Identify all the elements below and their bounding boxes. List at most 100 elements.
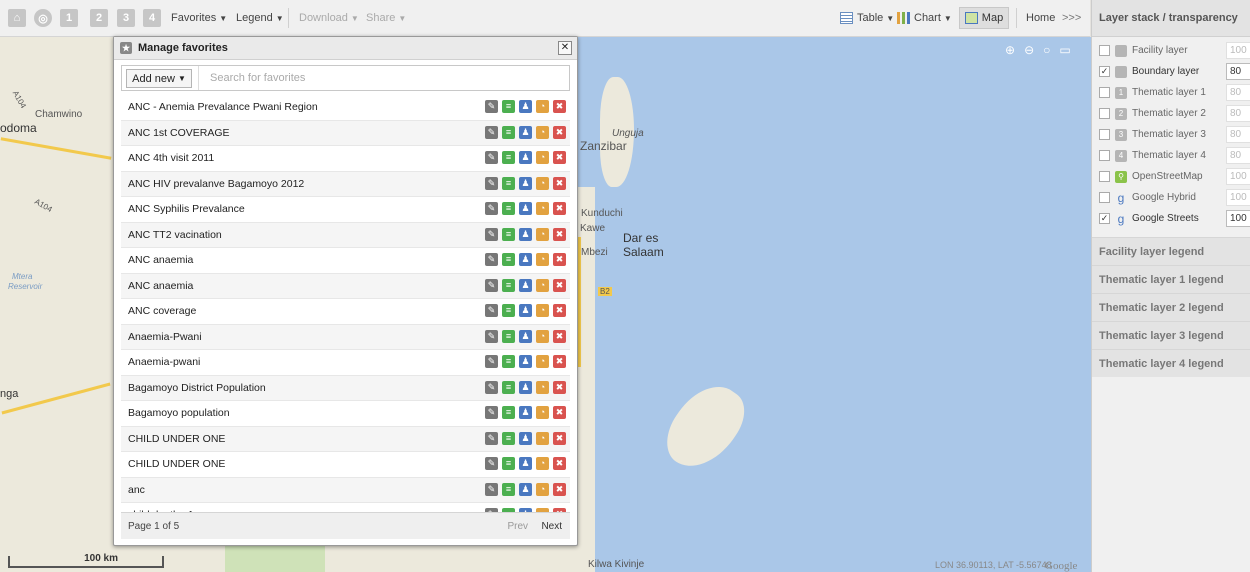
dashboard-icon[interactable]: ◔	[536, 125, 549, 139]
overwrite-icon[interactable]: ≡	[502, 380, 515, 394]
opacity-field[interactable]: 100	[1226, 42, 1250, 59]
delete-icon[interactable]: ✖	[553, 176, 566, 190]
dashboard-icon[interactable]: ◔	[536, 406, 549, 419]
share-icon[interactable]: ♟	[519, 151, 532, 164]
thematic-layer-2-button[interactable]: 2	[90, 9, 108, 27]
share-icon[interactable]: ♟	[519, 176, 532, 190]
overwrite-icon[interactable]: ≡	[502, 457, 515, 470]
next-page-button[interactable]: Next	[541, 521, 562, 532]
layer-checkbox[interactable]	[1099, 129, 1110, 140]
delete-icon[interactable]: ✖	[553, 329, 566, 343]
overwrite-icon[interactable]: ≡	[502, 125, 515, 139]
rename-icon[interactable]: ✎	[485, 151, 498, 164]
overwrite-icon[interactable]: ≡	[502, 202, 515, 215]
legend-section-header[interactable]: Thematic layer 2 legend	[1092, 293, 1250, 321]
favorite-row[interactable]: Anaemia-Pwani ✎ ≡ ♟ ◔ ✖	[121, 324, 570, 350]
opacity-field[interactable]: 100	[1226, 189, 1250, 206]
close-icon[interactable]: ✕	[558, 41, 572, 55]
opacity-field[interactable]: 100	[1226, 210, 1250, 227]
rename-icon[interactable]: ✎	[485, 380, 498, 394]
rename-icon[interactable]: ✎	[485, 406, 498, 419]
home-button[interactable]: Home	[1026, 0, 1055, 36]
layer-checkbox[interactable]	[1099, 45, 1110, 56]
share-icon[interactable]: ♟	[519, 125, 532, 139]
share-icon[interactable]: ♟	[519, 202, 532, 215]
share-icon[interactable]: ♟	[519, 380, 532, 394]
overwrite-icon[interactable]: ≡	[502, 100, 515, 113]
legend-section-header[interactable]: Thematic layer 4 legend	[1092, 349, 1250, 377]
chart-menu[interactable]: Chart ▼	[897, 0, 952, 36]
legend-section-header[interactable]: Thematic layer 3 legend	[1092, 321, 1250, 349]
favorites-menu[interactable]: Favorites ▼	[171, 0, 227, 36]
layer-checkbox[interactable]: ✓	[1099, 66, 1110, 77]
thematic-layer-3-button[interactable]: 3	[117, 9, 135, 27]
overwrite-icon[interactable]: ≡	[502, 278, 515, 292]
favorite-row[interactable]: CHILD UNDER ONE ✎ ≡ ♟ ◔ ✖	[121, 452, 570, 478]
favorite-row[interactable]: ANC anaemia ✎ ≡ ♟ ◔ ✖	[121, 273, 570, 299]
overwrite-icon[interactable]: ≡	[502, 406, 515, 419]
favorite-row[interactable]: Bagamoyo population ✎ ≡ ♟ ◔ ✖	[121, 401, 570, 427]
favorite-row[interactable]: ANC Syphilis Prevalance ✎ ≡ ♟ ◔ ✖	[121, 197, 570, 223]
favorite-row[interactable]: ANC HIV prevalanve Bagamoyo 2012 ✎ ≡ ♟ ◔ ✖	[121, 171, 570, 197]
share-icon[interactable]: ♟	[519, 355, 532, 368]
dashboard-icon[interactable]: ◔	[536, 329, 549, 343]
opacity-field[interactable]: 80	[1226, 147, 1250, 164]
delete-icon[interactable]: ✖	[553, 202, 566, 215]
opacity-field[interactable]: 80	[1226, 105, 1250, 122]
rename-icon[interactable]: ✎	[485, 457, 498, 470]
overwrite-icon[interactable]: ≡	[502, 227, 515, 241]
legend-menu[interactable]: Legend ▼	[236, 0, 284, 36]
overwrite-icon[interactable]: ≡	[502, 253, 515, 266]
layer-checkbox[interactable]	[1099, 150, 1110, 161]
rename-icon[interactable]: ✎	[485, 125, 498, 139]
search-favorites-input[interactable]	[198, 66, 569, 90]
share-icon[interactable]: ♟	[519, 227, 532, 241]
share-icon[interactable]: ♟	[519, 329, 532, 343]
overwrite-icon[interactable]: ≡	[502, 329, 515, 343]
table-menu[interactable]: Table ▼	[840, 0, 894, 36]
rename-icon[interactable]: ✎	[485, 100, 498, 113]
overwrite-icon[interactable]: ≡	[502, 304, 515, 317]
boundary-layer-button[interactable]: ◎	[34, 9, 52, 27]
dashboard-icon[interactable]: ◔	[536, 304, 549, 317]
expand-button[interactable]: >>>	[1062, 0, 1081, 36]
dashboard-icon[interactable]: ◔	[536, 202, 549, 215]
dashboard-icon[interactable]: ◔	[536, 457, 549, 470]
thematic-layer-1-button[interactable]: 1	[60, 9, 78, 27]
rename-icon[interactable]: ✎	[485, 355, 498, 368]
overwrite-icon[interactable]: ≡	[502, 355, 515, 368]
delete-icon[interactable]: ✖	[553, 278, 566, 292]
favorite-row[interactable]: ANC 4th visit 2011 ✎ ≡ ♟ ◔ ✖	[121, 146, 570, 172]
share-icon[interactable]: ♟	[519, 431, 532, 445]
map-button[interactable]: Map	[959, 7, 1009, 29]
dashboard-icon[interactable]: ◔	[536, 431, 549, 445]
layer-checkbox[interactable]	[1099, 171, 1110, 182]
zoom-in-icon[interactable]: ⊕	[1005, 43, 1015, 57]
dashboard-icon[interactable]: ◔	[536, 151, 549, 164]
measure-icon[interactable]: ▭	[1059, 43, 1070, 57]
share-icon[interactable]: ♟	[519, 304, 532, 317]
add-new-button[interactable]: Add new ▼	[126, 69, 192, 88]
share-menu[interactable]: Share ▼	[366, 0, 406, 36]
delete-icon[interactable]: ✖	[553, 482, 566, 496]
dashboard-icon[interactable]: ◔	[536, 278, 549, 292]
rename-icon[interactable]: ✎	[485, 329, 498, 343]
share-icon[interactable]: ♟	[519, 406, 532, 419]
overwrite-icon[interactable]: ≡	[502, 151, 515, 164]
share-icon[interactable]: ♟	[519, 278, 532, 292]
legend-section-header[interactable]: Facility layer legend	[1092, 237, 1250, 265]
prev-page-button[interactable]: Prev	[507, 521, 528, 532]
delete-icon[interactable]: ✖	[553, 151, 566, 164]
rename-icon[interactable]: ✎	[485, 176, 498, 190]
favorite-row[interactable]: ANC coverage ✎ ≡ ♟ ◔ ✖	[121, 299, 570, 325]
thematic-layer-4-button[interactable]: 4	[143, 9, 161, 27]
dashboard-icon[interactable]: ◔	[536, 227, 549, 241]
share-icon[interactable]: ♟	[519, 457, 532, 470]
overwrite-icon[interactable]: ≡	[502, 176, 515, 190]
delete-icon[interactable]: ✖	[553, 100, 566, 113]
delete-icon[interactable]: ✖	[553, 125, 566, 139]
dashboard-icon[interactable]: ◔	[536, 176, 549, 190]
rename-icon[interactable]: ✎	[485, 278, 498, 292]
share-icon[interactable]: ♟	[519, 482, 532, 496]
rename-icon[interactable]: ✎	[485, 227, 498, 241]
